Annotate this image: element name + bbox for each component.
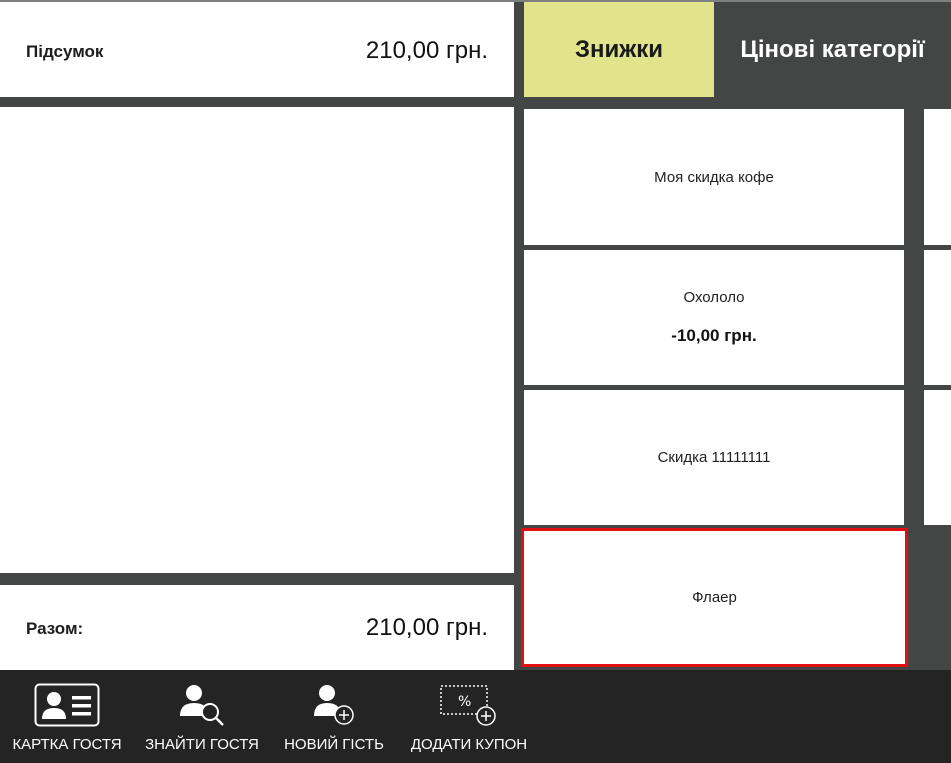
guest-card-label: КАРТКА ГОСТЯ — [12, 736, 122, 753]
add-coupon-label: ДОДАТИ КУПОН — [410, 736, 528, 753]
new-guest-label: НОВИЙ ГІСТЬ — [284, 736, 384, 753]
discount-name: Скидка 11111111 — [657, 449, 771, 466]
subtotal-label: Підсумок — [26, 42, 104, 61]
new-guest-button[interactable]: НОВИЙ ГІСТЬ — [280, 670, 388, 763]
tab-price-categories[interactable]: Цінові категорії — [714, 2, 951, 97]
find-guest-button[interactable]: ЗНАЙТИ ГОСТЯ — [140, 670, 264, 763]
find-guest-label: ЗНАЙТИ ГОСТЯ — [145, 736, 259, 753]
price-category-tile-partial[interactable] — [924, 250, 951, 385]
add-coupon-button[interactable]: % ДОДАТИ КУПОН — [404, 670, 534, 763]
discount-name: Флаер — [692, 589, 737, 606]
add-coupon-icon: % — [438, 676, 500, 734]
svg-text:%: % — [458, 694, 471, 710]
discount-item-selected[interactable]: Флаер — [521, 528, 908, 667]
discount-item[interactable]: Охололо -10,00 грн. — [524, 250, 904, 385]
discount-item[interactable]: Моя скидка кофе — [524, 109, 904, 245]
discount-item[interactable]: Скидка 11111111 — [524, 390, 904, 525]
discount-name: Моя скидка кофе — [654, 168, 774, 186]
subtotal-panel: Підсумок 210,00 грн. — [0, 2, 514, 97]
price-category-tile-partial[interactable] — [924, 390, 951, 525]
bottom-toolbar: КАРТКА ГОСТЯ ЗНАЙТИ ГОСТЯ НОВИЙ ГІСТЬ % … — [0, 670, 951, 763]
discount-amount: -10,00 грн. — [671, 326, 757, 345]
subtotal-value: 210,00 грн. — [365, 37, 488, 64]
new-guest-icon — [311, 676, 357, 734]
total-panel: Разом: 210,00 грн. — [0, 585, 514, 670]
order-items-list[interactable] — [0, 107, 514, 573]
find-guest-icon — [177, 676, 227, 734]
discount-name: Охололо — [683, 289, 745, 306]
guest-card-icon — [34, 676, 100, 734]
tab-discounts[interactable]: Знижки — [524, 2, 714, 97]
guest-card-button[interactable]: КАРТКА ГОСТЯ — [8, 670, 126, 763]
total-label: Разом: — [26, 619, 84, 638]
total-value: 210,00 грн. — [365, 614, 488, 641]
price-category-tile-partial[interactable] — [924, 109, 951, 245]
